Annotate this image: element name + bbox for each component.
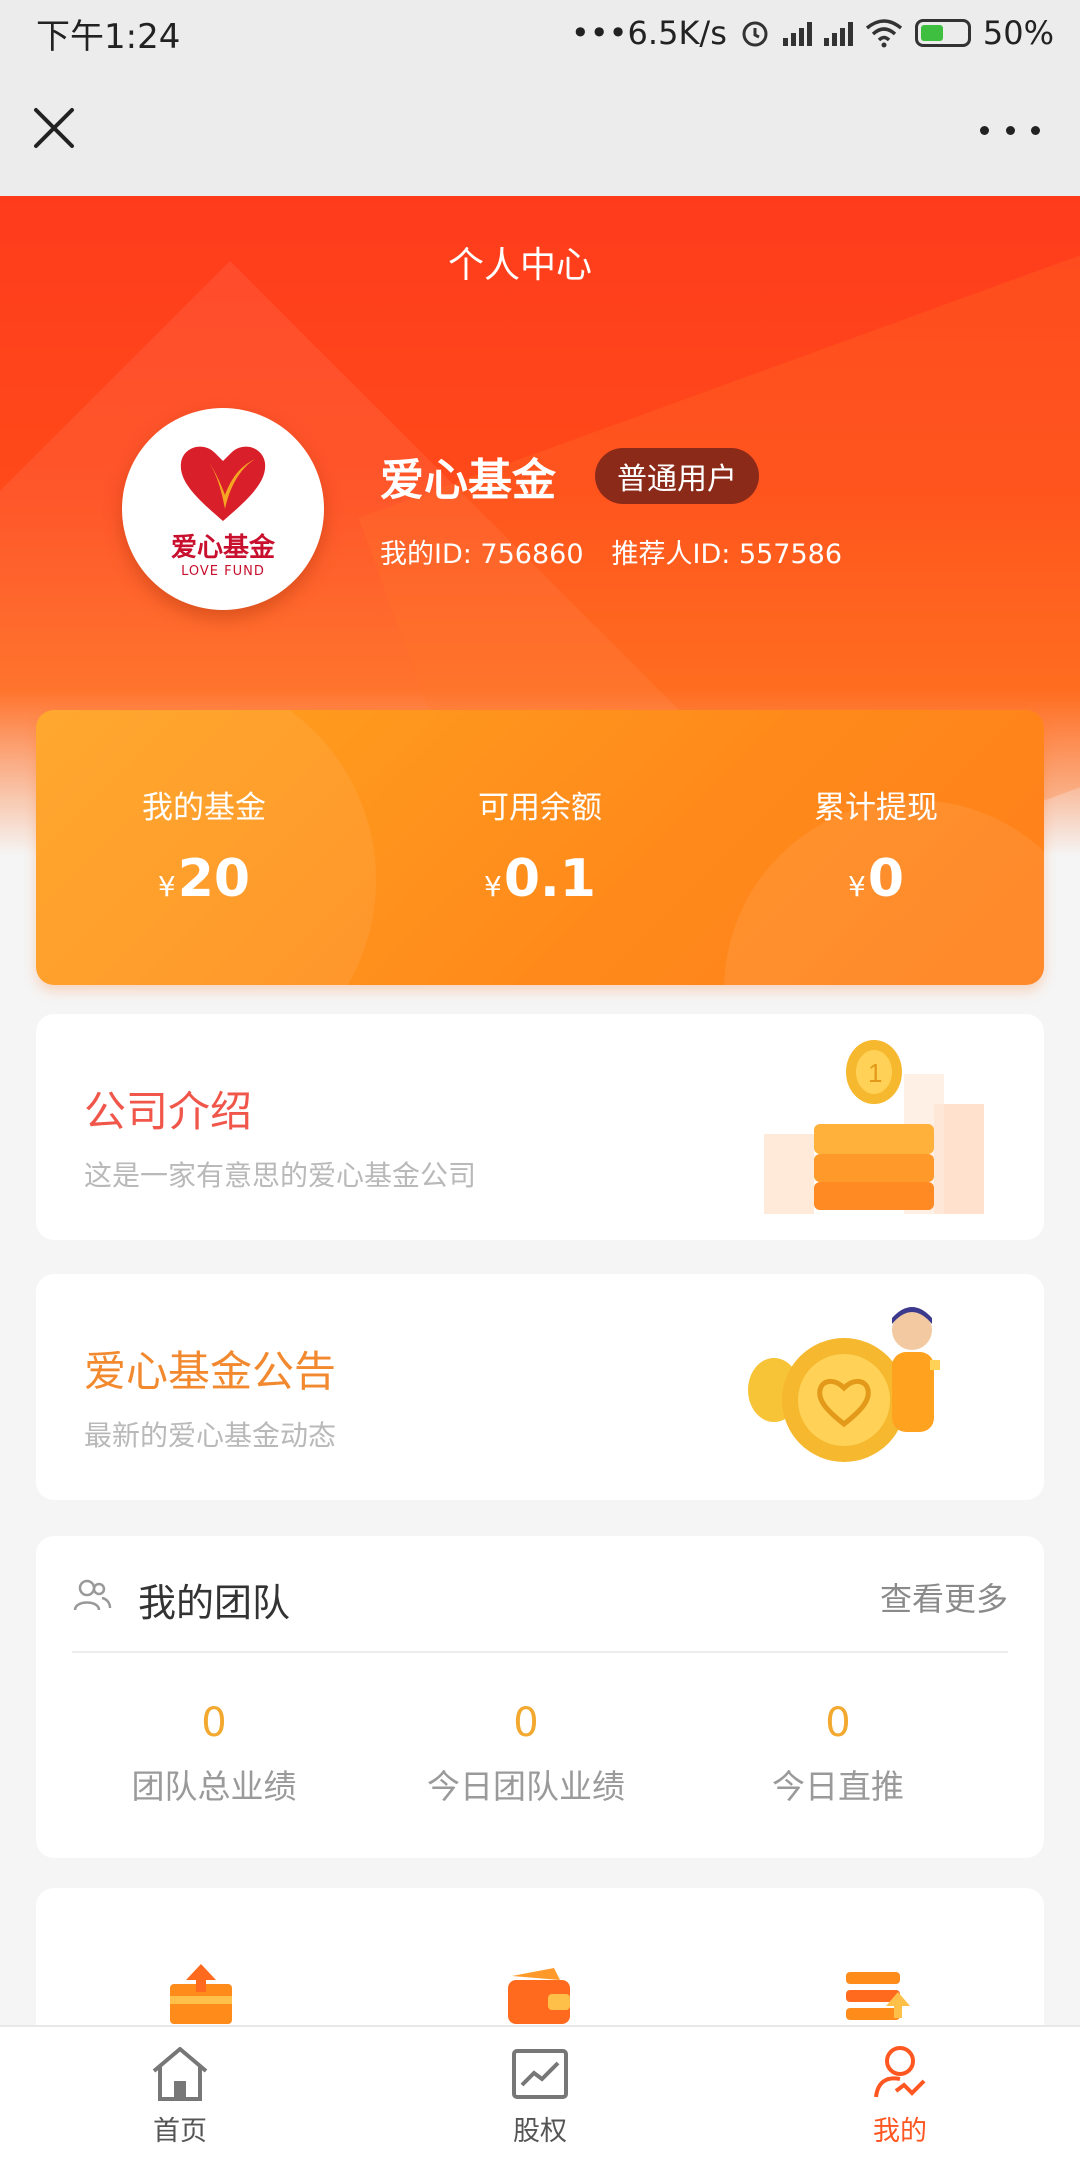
team-stat-label: 今日团队业绩 xyxy=(427,1767,625,1806)
stat-label: 累计提现 xyxy=(814,790,938,826)
tab-label: 股权 xyxy=(513,2116,567,2147)
status-bar: 下午1:24 •••6.5K/s 50% xyxy=(0,0,1080,66)
battery-charging-icon xyxy=(914,19,971,47)
stat-label: 我的基金 xyxy=(142,790,266,826)
stat-total-withdrawn[interactable]: 累计提现 ¥0 xyxy=(708,710,1044,985)
status-time: 下午1:24 xyxy=(36,16,181,57)
home-icon xyxy=(152,2047,208,2101)
team-stat-value: 0 xyxy=(201,1700,227,1746)
chart-icon xyxy=(512,2049,568,2099)
company-intro-card[interactable]: 公司介绍 这是一家有意思的爱心基金公司 1 xyxy=(36,1014,1044,1240)
user-level-badge: 普通用户 xyxy=(595,448,759,504)
tab-label: 我的 xyxy=(873,2116,927,2147)
heart-logo-icon xyxy=(180,446,266,521)
avatar[interactable]: 爱心基金 LOVE FUND xyxy=(122,408,324,610)
company-intro-title: 公司介绍 xyxy=(84,1087,253,1136)
logo-text: 爱心基金 xyxy=(170,533,275,563)
bottom-tab-bar: 首页 股权 我的 xyxy=(0,2025,1080,2160)
tab-mine[interactable]: 我的 xyxy=(720,2027,1080,2160)
battery-percent: 50% xyxy=(982,14,1054,52)
tab-home[interactable]: 首页 xyxy=(0,2027,360,2160)
svg-text:1: 1 xyxy=(868,1058,882,1088)
nav-bar xyxy=(0,66,1080,196)
page-title: 个人中心 xyxy=(447,245,592,286)
stack-upload-icon[interactable] xyxy=(842,1968,912,2026)
stat-available-balance[interactable]: 可用余额 ¥0.1 xyxy=(372,710,708,985)
status-icons: •••6.5K/s 50% xyxy=(571,14,1054,52)
alarm-icon xyxy=(742,21,768,47)
logo-subtext: LOVE FUND xyxy=(181,564,265,579)
team-title: 我的团队 xyxy=(138,1581,291,1625)
close-icon[interactable] xyxy=(30,104,78,152)
balance-stats-card: 我的基金 ¥20 可用余额 ¥0.1 累计提现 ¥0 xyxy=(36,710,1044,985)
referrer-id: 推荐人ID: 557586 xyxy=(611,539,843,570)
team-stat-total: 0 团队总业绩 xyxy=(58,1700,370,1808)
wallet-icon[interactable] xyxy=(504,1966,574,2026)
team-stat-value: 0 xyxy=(825,1700,851,1746)
team-icon xyxy=(73,1579,112,1611)
team-stat-label: 团队总业绩 xyxy=(131,1767,297,1806)
wifi-icon xyxy=(865,19,902,48)
team-stat-direct: 0 今日直推 xyxy=(682,1700,994,1808)
team-stat-today: 0 今日团队业绩 xyxy=(370,1700,682,1808)
user-icon xyxy=(874,2046,926,2098)
team-header: 我的团队 查看更多 xyxy=(72,1536,1008,1653)
person-holding-heart-coin-illustration xyxy=(748,1307,940,1462)
team-card: 我的团队 查看更多 0 团队总业绩 0 今日团队业绩 0 今日直推 xyxy=(36,1536,1044,1858)
signal-icon xyxy=(782,20,812,46)
stat-value: ¥20 xyxy=(157,849,251,909)
network-speed: •••6.5K/s xyxy=(570,14,727,52)
notice-card[interactable]: 爱心基金公告 最新的爱心基金动态 xyxy=(36,1274,1044,1500)
my-id: 我的ID: 756860 xyxy=(380,539,584,570)
tab-label: 首页 xyxy=(153,2116,207,2147)
upload-card-icon[interactable] xyxy=(166,1962,236,2026)
notice-title: 爱心基金公告 xyxy=(84,1347,337,1396)
stat-my-fund[interactable]: 我的基金 ¥20 xyxy=(36,710,372,985)
username: 爱心基金 xyxy=(380,455,556,506)
user-ids: 我的ID: 756860 推荐人ID: 557586 xyxy=(380,532,842,571)
stat-value: ¥0 xyxy=(847,849,904,909)
notice-subtitle: 最新的爱心基金动态 xyxy=(84,1419,337,1452)
more-horizontal-icon[interactable] xyxy=(980,110,1040,150)
company-intro-subtitle: 这是一家有意思的爱心基金公司 xyxy=(84,1159,477,1192)
coin-stack-illustration: 1 xyxy=(764,1040,984,1214)
stat-value: ¥0.1 xyxy=(484,849,596,909)
team-view-more-link[interactable]: 查看更多 xyxy=(880,1574,1008,1620)
team-stat-value: 0 xyxy=(513,1700,539,1746)
hd-signal-icon xyxy=(823,20,853,46)
tab-equity[interactable]: 股权 xyxy=(360,2027,720,2160)
team-stat-label: 今日直推 xyxy=(772,1767,904,1806)
stat-label: 可用余额 xyxy=(478,790,602,826)
